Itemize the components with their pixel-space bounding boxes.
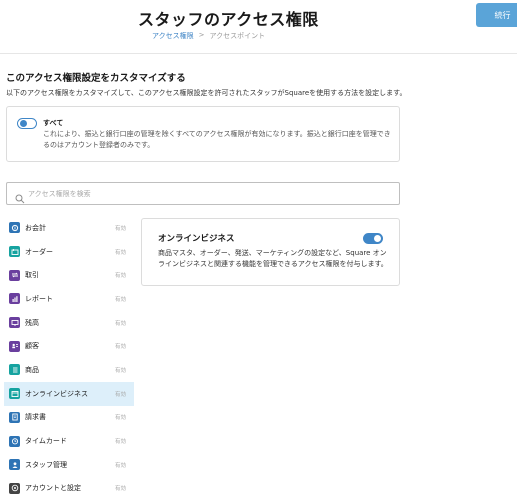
payment-icon (9, 222, 20, 234)
sidebar-item-label: オンラインビジネス (25, 389, 88, 398)
sidebar-item-status: 有効 (114, 273, 126, 280)
sidebar-item[interactable]: 顧客 有効 (4, 334, 134, 358)
timecard-icon (9, 435, 20, 447)
continue-button[interactable]: 続行 (476, 3, 517, 27)
all-permissions-label: すべて (43, 119, 64, 127)
search-box (6, 182, 400, 205)
sidebar-item[interactable]: お会計 有効 (4, 216, 134, 240)
orders-icon (9, 246, 20, 258)
sidebar-item-status: 有効 (114, 249, 126, 256)
sidebar-item-label: お会計 (25, 223, 46, 232)
sidebar-item-label: 残高 (25, 318, 39, 327)
all-permissions-toggle[interactable] (17, 118, 37, 129)
detail-description: 商品マスタ、オーダー、発送、マーケティングの設定など、Square オンラインビ… (158, 249, 388, 268)
breadcrumb-separator: > (198, 31, 205, 39)
staff-icon (9, 459, 20, 471)
section-description: 以下のアクセス権限をカスタマイズして、このアクセス権限設定を許可されたスタッフが… (6, 89, 407, 97)
sidebar-item-status: 有効 (114, 320, 126, 327)
sidebar-item[interactable]: スタッフ管理 有効 (4, 453, 134, 477)
sidebar-item-label: 商品 (25, 365, 39, 374)
sidebar-item[interactable]: 請求書 有効 (4, 406, 134, 430)
sidebar-item[interactable]: アカウントと設定 有効 (4, 477, 134, 499)
sidebar-item-status: 有効 (114, 296, 126, 303)
permission-category-list: お会計 有効 オーダー 有効 取引 有効 レポート 有効 残高 有効 顧客 有効 商品 有効 オンラインビジ… (4, 216, 134, 499)
invoices-icon (9, 411, 20, 423)
page-header: スタッフのアクセス権限 アクセス権限 > アクセスポイント 続行 (0, 0, 517, 54)
sidebar-item-status: 有効 (114, 391, 126, 398)
sidebar-item-label: タイムカード (25, 437, 67, 446)
search-input[interactable] (28, 186, 388, 202)
section-title: このアクセス権限設定をカスタマイズする (6, 73, 186, 84)
toggle-knob (20, 120, 27, 127)
balance-icon (9, 317, 20, 329)
sidebar-item-label: スタッフ管理 (25, 460, 67, 469)
sidebar-item-status: 有効 (114, 462, 126, 469)
sidebar-item-status: 有効 (114, 344, 126, 351)
transactions-icon (9, 269, 20, 281)
sidebar-item[interactable]: オーダー 有効 (4, 240, 134, 264)
sidebar-item[interactable]: 取引 有効 (4, 263, 134, 287)
permission-detail-card: オンラインビジネス 商品マスタ、オーダー、発送、マーケティングの設定など、Squ… (141, 218, 400, 286)
sidebar-item[interactable]: レポート 有効 (4, 287, 134, 311)
settings-icon (9, 482, 20, 494)
sidebar-item-status: 有効 (114, 486, 126, 493)
sidebar-item-status: 有効 (114, 367, 126, 374)
sidebar-item-status: 有効 (114, 225, 126, 232)
customers-icon (9, 340, 20, 352)
sidebar-item-label: 請求書 (25, 413, 46, 422)
sidebar-item-status: 有効 (114, 415, 126, 422)
toggle-knob (374, 235, 381, 242)
sidebar-item-label: 取引 (25, 271, 39, 280)
detail-title: オンラインビジネス (158, 234, 235, 244)
sidebar-item-label: レポート (25, 294, 53, 303)
sidebar-item-status: 有効 (114, 439, 126, 446)
sidebar-item[interactable]: 商品 有効 (4, 358, 134, 382)
sidebar-item[interactable]: タイムカード 有効 (4, 429, 134, 453)
page-title: スタッフのアクセス権限 (138, 10, 319, 29)
items-icon (9, 364, 20, 376)
all-permissions-description: これにより、振込と銀行口座の管理を除くすべてのアクセス権限が有効になります。振込… (43, 130, 391, 149)
breadcrumb: アクセス権限 > アクセスポイント (152, 31, 265, 41)
online-business-toggle[interactable] (363, 233, 383, 244)
sidebar-item-label: アカウントと設定 (25, 484, 81, 493)
reports-icon (9, 293, 20, 305)
search-icon (15, 189, 25, 204)
sidebar-item[interactable]: 残高 有効 (4, 311, 134, 335)
all-permissions-box: すべて これにより、振込と銀行口座の管理を除くすべてのアクセス権限が有効になりま… (6, 106, 400, 162)
online-business-icon (9, 388, 20, 400)
breadcrumb-current: アクセスポイント (209, 32, 266, 40)
sidebar-item[interactable]: オンラインビジネス 有効 (4, 381, 134, 406)
breadcrumb-link-access[interactable]: アクセス権限 (152, 31, 194, 41)
sidebar-item-label: 顧客 (25, 342, 39, 351)
sidebar-item-label: オーダー (25, 247, 53, 256)
